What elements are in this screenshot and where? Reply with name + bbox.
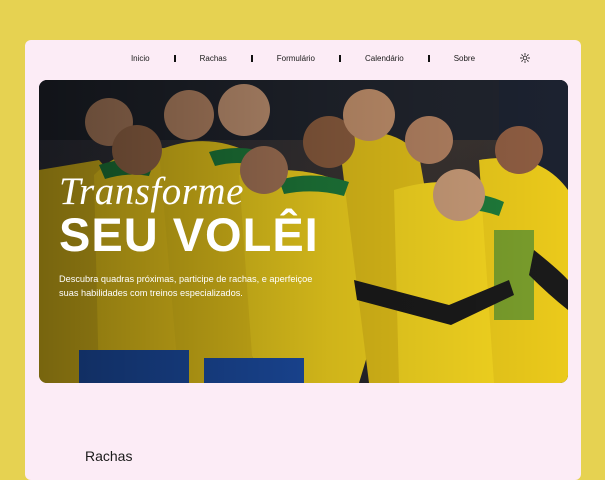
nav-item-formulario[interactable]: Formulário [267, 54, 325, 63]
hero-text-block: Transforme SEU VOLÊI Descubra quadras pr… [59, 172, 329, 300]
hero-banner: Transforme SEU VOLÊI Descubra quadras pr… [39, 80, 568, 383]
hero-title-line1: Transforme [59, 170, 244, 213]
nav-divider [338, 54, 341, 62]
nav-divider [173, 54, 176, 62]
hero-title-line2: SEU VOLÊI [59, 208, 319, 261]
hero-description: Descubra quadras próximas, participe de … [59, 274, 313, 298]
theme-toggle-button[interactable] [519, 52, 531, 64]
nav-item-rachas[interactable]: Rachas [190, 54, 237, 63]
rachas-section-title: Rachas [85, 448, 133, 464]
sun-icon [520, 53, 530, 63]
nav-divider [427, 54, 430, 62]
nav-divider [250, 54, 253, 62]
nav-item-sobre[interactable]: Sobre [444, 54, 485, 63]
nav-item-calendario[interactable]: Calendário [355, 54, 414, 63]
nav-item-inicio[interactable]: Inicio [121, 54, 160, 63]
top-nav: Inicio Rachas Formulário Calendário Sobr… [25, 52, 581, 64]
app-window: Inicio Rachas Formulário Calendário Sobr… [25, 40, 581, 480]
